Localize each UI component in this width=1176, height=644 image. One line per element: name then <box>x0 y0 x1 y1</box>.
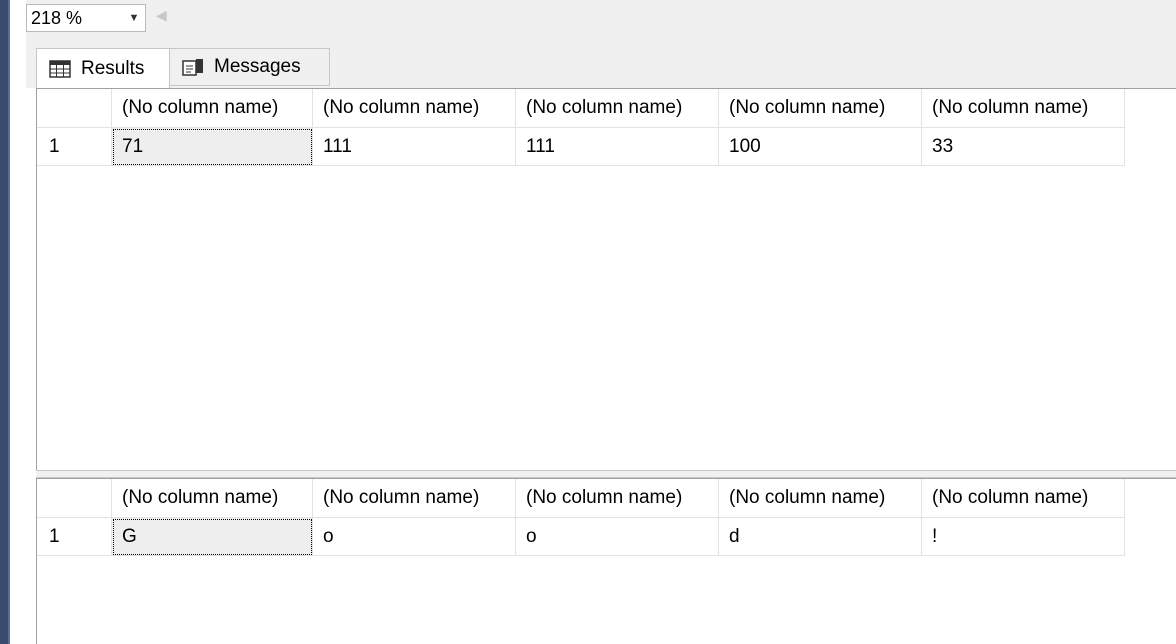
table-cell[interactable]: 111 <box>515 127 719 166</box>
tab-results-label: Results <box>81 57 145 79</box>
column-header[interactable]: (No column name) <box>718 479 922 518</box>
result-table-1: (No column name) (No column name) (No co… <box>37 89 1125 166</box>
result-table-2: (No column name) (No column name) (No co… <box>37 479 1125 556</box>
messages-icon <box>182 58 204 76</box>
column-header[interactable]: (No column name) <box>111 89 313 128</box>
column-header[interactable]: (No column name) <box>312 89 516 128</box>
result-grid-2[interactable]: (No column name) (No column name) (No co… <box>36 478 1176 644</box>
table-cell[interactable]: 71 <box>111 127 313 166</box>
row-header-corner[interactable] <box>37 89 112 128</box>
table-cell[interactable]: o <box>515 517 719 556</box>
header-row: (No column name) (No column name) (No co… <box>37 89 1125 128</box>
row-number[interactable]: 1 <box>37 127 112 166</box>
column-header[interactable]: (No column name) <box>515 89 719 128</box>
grid-icon <box>49 59 71 78</box>
column-header[interactable]: (No column name) <box>111 479 313 518</box>
row-number[interactable]: 1 <box>37 517 112 556</box>
column-header[interactable]: (No column name) <box>718 89 922 128</box>
tab-messages-label: Messages <box>214 56 301 77</box>
window-frame-edge <box>0 0 10 644</box>
column-header[interactable]: (No column name) <box>921 479 1125 518</box>
chevron-down-icon[interactable]: ▼ <box>123 5 145 31</box>
zoom-value[interactable]: 218 % <box>27 8 123 29</box>
tab-messages[interactable]: Messages <box>170 48 330 86</box>
table-cell[interactable]: 33 <box>921 127 1125 166</box>
row-header-corner[interactable] <box>37 479 112 518</box>
tab-results[interactable]: Results <box>36 48 170 88</box>
scroll-left-arrow-icon[interactable]: ◀ <box>156 7 167 24</box>
table-cell[interactable]: G <box>111 517 313 556</box>
table-cell[interactable]: 111 <box>312 127 516 166</box>
header-row: (No column name) (No column name) (No co… <box>37 479 1125 518</box>
table-row: 1 71 111 111 100 33 <box>37 127 1125 166</box>
table-cell[interactable]: ! <box>921 517 1125 556</box>
zoom-combobox[interactable]: 218 % ▼ <box>26 4 146 32</box>
column-header[interactable]: (No column name) <box>312 479 516 518</box>
grid-splitter[interactable] <box>36 470 1176 478</box>
result-grid-1[interactable]: (No column name) (No column name) (No co… <box>36 88 1176 470</box>
column-header[interactable]: (No column name) <box>921 89 1125 128</box>
table-cell[interactable]: d <box>718 517 922 556</box>
table-cell[interactable]: 100 <box>718 127 922 166</box>
zoom-toolbar <box>26 0 1176 36</box>
table-row: 1 G o o d ! <box>37 517 1125 556</box>
table-cell[interactable]: o <box>312 517 516 556</box>
column-header[interactable]: (No column name) <box>515 479 719 518</box>
